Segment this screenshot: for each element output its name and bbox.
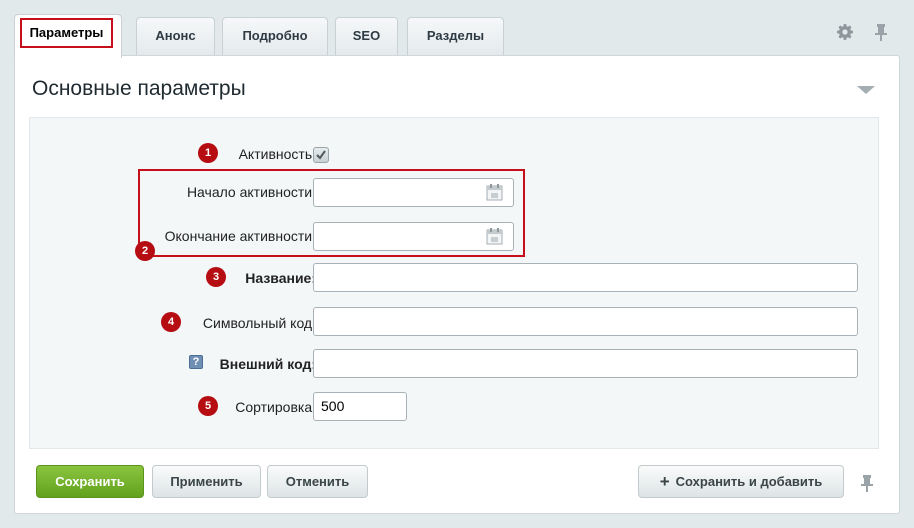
annotation-badge-3: 3 — [206, 267, 226, 287]
external-code-label: Внешний код: — [219, 356, 316, 372]
gear-icon[interactable] — [835, 22, 855, 42]
active-checkbox[interactable] — [313, 147, 329, 163]
annotation-badge-2: 2 — [135, 241, 155, 261]
calendar-icon[interactable] — [486, 228, 503, 245]
apply-button[interactable]: Применить — [152, 465, 261, 498]
help-icon[interactable]: ? — [189, 355, 203, 369]
name-label: Название: — [245, 270, 316, 286]
name-input[interactable] — [313, 263, 858, 292]
annotation-badge-1: 1 — [198, 143, 218, 163]
symbol-code-label: Символьный код: — [202, 315, 316, 331]
symbol-code-input[interactable] — [313, 307, 858, 336]
sort-input[interactable]: 500 — [313, 392, 407, 421]
form-area: 1 Активность: Начало активности: Окончан… — [29, 117, 879, 449]
tab-details[interactable]: Подробно — [222, 17, 328, 55]
pin-icon[interactable] — [871, 22, 891, 42]
start-date-input[interactable] — [313, 178, 514, 207]
tab-seo[interactable]: SEO — [335, 17, 398, 55]
annotation-badge-4: 4 — [161, 312, 181, 332]
tab-sections[interactable]: Разделы — [407, 17, 504, 55]
sort-label: Сортировка: — [235, 399, 316, 415]
tab-parameters-label: Параметры — [20, 18, 113, 48]
save-button[interactable]: Сохранить — [36, 465, 144, 498]
calendar-icon[interactable] — [486, 184, 503, 201]
collapse-arrow-icon[interactable] — [857, 86, 875, 94]
checkmark-icon — [316, 150, 326, 160]
save-and-add-button[interactable]: + Сохранить и добавить — [638, 465, 844, 498]
start-date-label: Начало активности: — [186, 184, 316, 200]
cancel-button[interactable]: Отменить — [267, 465, 368, 498]
section-title: Основные параметры — [32, 77, 246, 100]
tab-parameters[interactable]: Параметры — [14, 14, 122, 58]
pin-icon[interactable] — [857, 473, 877, 493]
end-date-input[interactable] — [313, 222, 514, 251]
tab-announce[interactable]: Анонс — [136, 17, 215, 55]
end-date-label: Окончание активности: — [164, 228, 316, 244]
active-label: Активность: — [238, 146, 316, 162]
main-panel: Основные параметры 1 Активность: Начало … — [14, 55, 900, 514]
external-code-input[interactable] — [313, 349, 858, 378]
plus-icon: + — [659, 472, 670, 491]
save-and-add-label: Сохранить и добавить — [675, 474, 823, 489]
annotation-badge-5: 5 — [198, 396, 218, 416]
